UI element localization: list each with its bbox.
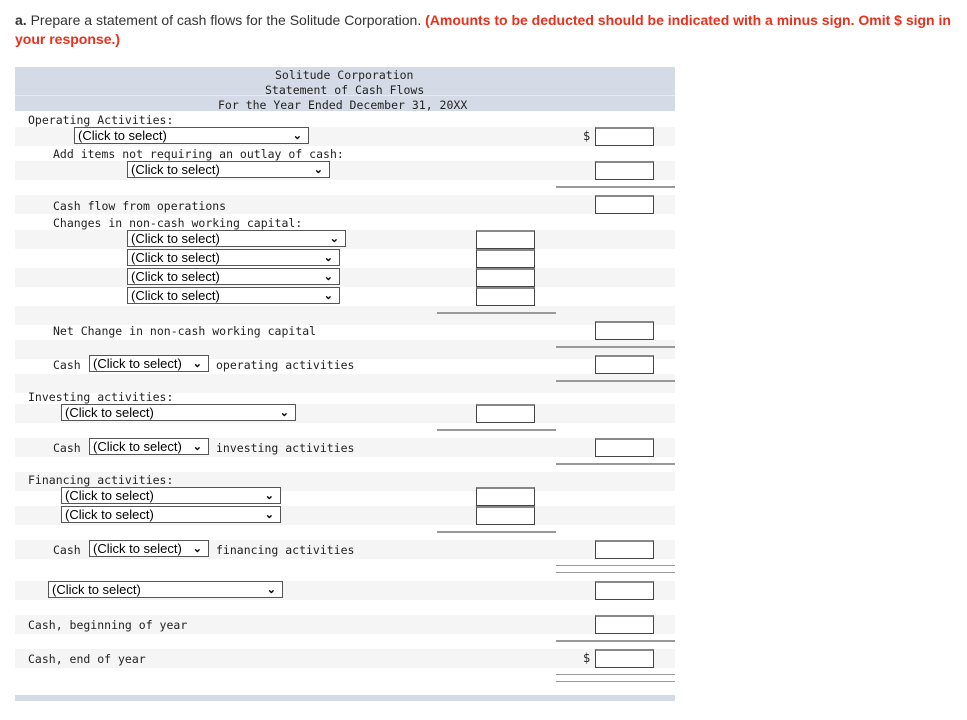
- cash-flow-operations-amount-input[interactable]: [595, 195, 654, 214]
- operating-activities-label: operating activities: [216, 358, 355, 372]
- subtotal-underline: [437, 429, 556, 431]
- changes-working-capital-label: Changes in non-cash working capital:: [53, 216, 303, 230]
- select-value: (Click to select): [131, 231, 220, 246]
- net-change-working-capital-input[interactable]: [595, 321, 654, 340]
- chevron-down-icon: ⌄: [192, 358, 202, 370]
- financing-item-select-2[interactable]: (Click to select) ⌄: [61, 506, 281, 523]
- financing-item-amount-input-2[interactable]: [476, 506, 535, 525]
- statement-footer: [15, 695, 675, 701]
- statement-period: For the Year Ended December 31, 20XX: [218, 98, 468, 112]
- chevron-down-icon: ⌄: [323, 252, 333, 264]
- financing-cash-direction-select[interactable]: (Click to select) ⌄: [89, 540, 209, 557]
- chevron-down-icon: ⌄: [313, 164, 323, 176]
- chevron-down-icon: ⌄: [264, 509, 274, 521]
- operating-item-select[interactable]: (Click to select) ⌄: [74, 127, 309, 144]
- working-capital-amount-input-2[interactable]: [476, 249, 535, 268]
- select-value: (Click to select): [131, 269, 220, 284]
- select-value: (Click to select): [78, 128, 167, 143]
- investing-activities-label: investing activities: [216, 441, 355, 455]
- working-capital-select-4[interactable]: (Click to select) ⌄: [127, 287, 340, 304]
- noncash-item-select[interactable]: (Click to select) ⌄: [127, 161, 330, 178]
- net-financing-cash-input[interactable]: [595, 540, 654, 559]
- chevron-down-icon: ⌄: [279, 407, 289, 419]
- investing-activities-heading: Investing activities:: [28, 390, 174, 404]
- select-value: (Click to select): [93, 439, 182, 454]
- company-name: Solitude Corporation: [275, 68, 414, 82]
- select-value: (Click to select): [131, 162, 220, 177]
- noncash-item-amount-input[interactable]: [595, 161, 654, 180]
- row-shade: [15, 306, 675, 325]
- chevron-down-icon: ⌄: [323, 290, 333, 302]
- financing-activities-heading: Financing activities:: [28, 473, 174, 487]
- net-income-amount-input[interactable]: [595, 127, 654, 146]
- select-value: (Click to select): [131, 288, 220, 303]
- select-value: (Click to select): [52, 582, 141, 597]
- cash-label: Cash: [53, 358, 81, 372]
- row-shade: [15, 161, 675, 180]
- working-capital-select-3[interactable]: (Click to select) ⌄: [127, 268, 340, 285]
- net-change-cash-input[interactable]: [595, 581, 654, 600]
- select-value: (Click to select): [65, 405, 154, 420]
- double-underline-top: [556, 674, 675, 675]
- investing-cash-direction-select[interactable]: (Click to select) ⌄: [89, 438, 209, 455]
- cash-beginning-input[interactable]: [595, 615, 654, 634]
- double-underline-top: [556, 565, 675, 566]
- chevron-down-icon: ⌄: [192, 543, 202, 555]
- select-value: (Click to select): [93, 356, 182, 371]
- operating-activities-heading: Operating Activities:: [28, 113, 174, 127]
- financing-activities-label: financing activities: [216, 543, 355, 557]
- cash-end-input[interactable]: [595, 649, 654, 668]
- chevron-down-icon: ⌄: [292, 130, 302, 142]
- select-value: (Click to select): [65, 488, 154, 503]
- add-items-label: Add items not requiring an outlay of cas…: [53, 147, 344, 161]
- dollar-sign: $: [583, 651, 591, 665]
- chevron-down-icon: ⌄: [329, 233, 339, 245]
- net-operating-cash-input[interactable]: [595, 355, 654, 374]
- working-capital-amount-input-1[interactable]: [476, 230, 535, 249]
- net-change-cash-select[interactable]: (Click to select) ⌄: [48, 581, 283, 598]
- working-capital-select-1[interactable]: (Click to select) ⌄: [127, 230, 346, 247]
- net-investing-cash-input[interactable]: [595, 438, 654, 457]
- cash-label: Cash: [53, 543, 81, 557]
- chevron-down-icon: ⌄: [266, 584, 276, 596]
- investing-item-amount-input[interactable]: [476, 404, 535, 423]
- cash-end-label: Cash, end of year: [28, 652, 146, 666]
- cash-flow-from-operations-label: Cash flow from operations: [53, 199, 227, 213]
- double-underline-bottom: [556, 681, 675, 682]
- chevron-down-icon: ⌄: [323, 271, 333, 283]
- working-capital-select-2[interactable]: (Click to select) ⌄: [127, 249, 340, 266]
- subtotal-underline: [556, 186, 675, 188]
- statement-title: Statement of Cash Flows: [265, 83, 425, 97]
- chevron-down-icon: ⌄: [264, 490, 274, 502]
- financing-item-amount-input-1[interactable]: [476, 487, 535, 506]
- select-value: (Click to select): [131, 250, 220, 265]
- double-underline-bottom: [556, 572, 675, 573]
- subtotal-underline: [556, 640, 675, 642]
- select-value: (Click to select): [65, 507, 154, 522]
- operating-cash-direction-select[interactable]: (Click to select) ⌄: [89, 355, 209, 372]
- subtotal-underline: [556, 380, 675, 382]
- row-shade: [15, 268, 675, 287]
- chevron-down-icon: ⌄: [192, 441, 202, 453]
- cash-beginning-label: Cash, beginning of year: [28, 618, 188, 632]
- instructions: a. Prepare a statement of cash flows for…: [15, 11, 955, 49]
- subtotal-underline: [556, 463, 675, 465]
- subtotal-underline: [437, 312, 556, 314]
- dollar-sign: $: [583, 129, 591, 143]
- working-capital-amount-input-3[interactable]: [476, 268, 535, 287]
- cash-label: Cash: [53, 441, 81, 455]
- investing-item-select[interactable]: (Click to select) ⌄: [61, 404, 296, 421]
- net-change-working-capital-label: Net Change in non-cash working capital: [53, 324, 317, 338]
- financing-item-select-1[interactable]: (Click to select) ⌄: [61, 487, 281, 504]
- working-capital-amount-input-4[interactable]: [476, 287, 535, 306]
- part-label: a.: [15, 12, 27, 28]
- select-value: (Click to select): [93, 541, 182, 556]
- instruction-text: Prepare a statement of cash flows for th…: [26, 12, 426, 28]
- subtotal-underline: [437, 531, 556, 533]
- subtotal-underline: [556, 346, 675, 348]
